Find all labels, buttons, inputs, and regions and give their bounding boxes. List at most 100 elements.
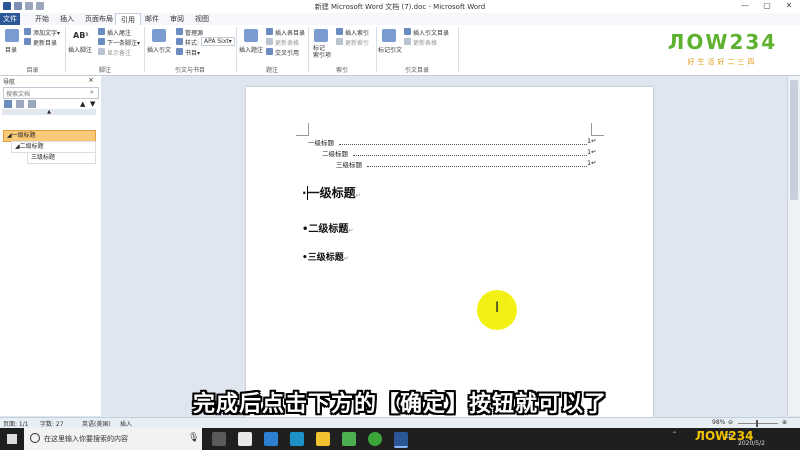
close-icon[interactable]: × (88, 76, 94, 84)
insert-citation-button[interactable]: 插入引文 (147, 45, 171, 54)
paragraph-mark: ↵ (355, 192, 361, 199)
tab-home[interactable]: 开始 (30, 13, 54, 25)
update-toc-button[interactable]: 更新目录 (33, 38, 57, 47)
next-footnote-icon[interactable] (98, 38, 105, 45)
taskbar-search-input[interactable]: 在这里输入你要搜索的内容 🎙 (24, 428, 202, 450)
mark-entry-button[interactable]: 标记 索引项 (313, 45, 331, 59)
insert-endnote-icon[interactable] (98, 28, 105, 35)
mark-citation-button[interactable]: 标记引文 (378, 45, 402, 54)
status-language[interactable]: 英语(美国) (82, 419, 111, 428)
insert-endnote-button[interactable]: 插入尾注 (107, 28, 131, 37)
toc-page-3: 1↵ (587, 159, 597, 167)
scrollbar-thumb[interactable] (790, 80, 798, 200)
zoom-in-icon[interactable]: ⊕ (782, 419, 787, 426)
results-view-icon[interactable] (28, 100, 36, 108)
tab-insert[interactable]: 插入 (55, 13, 79, 25)
vertical-scrollbar[interactable] (787, 76, 800, 416)
browser-icon[interactable] (368, 432, 382, 446)
insert-footnote-button[interactable]: 插入脚注 (68, 45, 92, 54)
previous-arrow-icon[interactable]: ▲ (80, 100, 85, 108)
update-authorities-icon[interactable] (404, 38, 411, 45)
mark-entry-icon[interactable] (314, 29, 328, 42)
cross-reference-button[interactable]: 交叉引用 (275, 48, 299, 57)
footnote-icon[interactable]: AB¹ (73, 31, 89, 40)
citation-style-select[interactable]: APA Sixt▾ (201, 37, 235, 46)
tab-mailings[interactable]: 邮件 (140, 13, 164, 25)
insert-table-of-authorities-icon[interactable] (404, 28, 411, 35)
media-player-icon[interactable] (342, 432, 356, 446)
tray-icons[interactable]: ⌃ (672, 431, 677, 438)
word-taskbar-icon[interactable] (394, 432, 408, 448)
insert-table-of-authorities-button[interactable]: 插入引文目录 (413, 28, 449, 37)
update-toc-icon[interactable] (24, 38, 31, 45)
toc-entry-2[interactable]: 二级标题 (322, 148, 348, 158)
heading-1[interactable]: ·一级标题↵ (302, 184, 361, 201)
update-table-icon[interactable] (266, 38, 273, 45)
task-view-icon[interactable] (212, 432, 226, 446)
search-icon[interactable]: ⌕ (90, 88, 94, 97)
zoom-slider-thumb[interactable] (756, 420, 758, 427)
update-index-button[interactable]: 更新索引 (345, 38, 369, 47)
insert-index-button[interactable]: 插入索引 (345, 28, 369, 37)
zoom-level[interactable]: 98% (712, 419, 725, 426)
status-insert-mode[interactable]: 插入 (120, 419, 132, 428)
mail-icon[interactable] (264, 432, 278, 446)
nav-pane-title: 导航 (3, 79, 16, 86)
nav-search-input[interactable]: 搜索文档 ⌕ (3, 87, 99, 99)
insert-caption-button[interactable]: 插入题注 (239, 45, 263, 54)
heading-3-text: 三级标题 (307, 253, 344, 263)
show-notes-icon[interactable] (98, 48, 105, 55)
headings-view-icon[interactable] (4, 100, 12, 108)
cross-reference-icon[interactable] (266, 48, 273, 55)
nav-heading-3[interactable]: 三级标题 (27, 152, 96, 164)
document-page[interactable]: 一级标题 1↵ 二级标题 1↵ 三级标题 1↵ ·一级标题↵ •二级标题↵ •三… (246, 87, 653, 417)
manage-sources-icon[interactable] (176, 28, 183, 35)
manage-sources-button[interactable]: 管理源 (185, 28, 203, 37)
insert-caption-icon[interactable] (244, 29, 258, 42)
close-button[interactable]: ✕ (778, 0, 800, 12)
bibliography-button[interactable]: 书目▾ (185, 48, 200, 57)
tab-review[interactable]: 审阅 (165, 13, 189, 25)
group-label-citations: 引文与书目 (174, 67, 205, 74)
status-page[interactable]: 页面: 1/1 (3, 419, 29, 428)
windows-start-icon[interactable] (0, 428, 24, 450)
update-index-icon[interactable] (336, 38, 343, 45)
insert-table-of-figures-button[interactable]: 插入表目录 (275, 28, 305, 37)
update-table-button[interactable]: 更新表格 (275, 38, 299, 47)
toc-entry-3[interactable]: 三级标题 (336, 159, 362, 169)
heading-1-text: 一级标题 (306, 186, 356, 200)
zoom-out-icon[interactable]: ⊖ (728, 419, 733, 426)
add-text-button[interactable]: 添加文字▾ (33, 28, 60, 37)
tab-page-layout[interactable]: 页面布局 (80, 13, 118, 25)
tab-view[interactable]: 视图 (190, 13, 214, 25)
insert-table-of-figures-icon[interactable] (266, 28, 273, 35)
heading-2[interactable]: •二级标题↵ (302, 220, 353, 235)
maximize-button[interactable]: ▢ (756, 0, 778, 12)
edge-browser-icon[interactable] (290, 432, 304, 446)
scroll-up-bar[interactable]: ▲ (2, 109, 96, 115)
style-label: 样式: (185, 40, 200, 47)
insert-citation-icon[interactable] (152, 29, 166, 42)
heading-3[interactable]: •三级标题↵ (302, 250, 349, 263)
next-arrow-icon[interactable]: ▼ (90, 100, 95, 108)
status-word-count[interactable]: 字数: 27 (40, 419, 64, 428)
table-of-contents-icon[interactable] (5, 29, 19, 42)
minimize-button[interactable]: — (734, 0, 756, 12)
store-icon[interactable] (316, 432, 330, 446)
bibliography-icon[interactable] (176, 48, 183, 55)
next-footnote-button[interactable]: 下一条脚注▾ (107, 38, 140, 47)
insert-index-icon[interactable] (336, 28, 343, 35)
update-authorities-button[interactable]: 更新表格 (413, 38, 437, 47)
site-logo: ЛОW234 好生活好二三四 (660, 30, 785, 68)
toc-button[interactable]: 目录 (5, 45, 17, 54)
group-label-toc: 目录 (26, 67, 39, 74)
add-text-icon[interactable] (24, 28, 31, 35)
microphone-icon[interactable]: 🎙 (188, 433, 199, 443)
file-explorer-icon[interactable] (238, 432, 252, 446)
pages-view-icon[interactable] (16, 100, 24, 108)
tab-file[interactable]: 文件 (0, 13, 20, 25)
show-notes-button[interactable]: 显示备注 (107, 48, 131, 57)
toc-entry-1[interactable]: 一级标题 (308, 137, 334, 147)
mark-citation-icon[interactable] (382, 29, 396, 42)
zoom-slider[interactable] (738, 423, 778, 424)
